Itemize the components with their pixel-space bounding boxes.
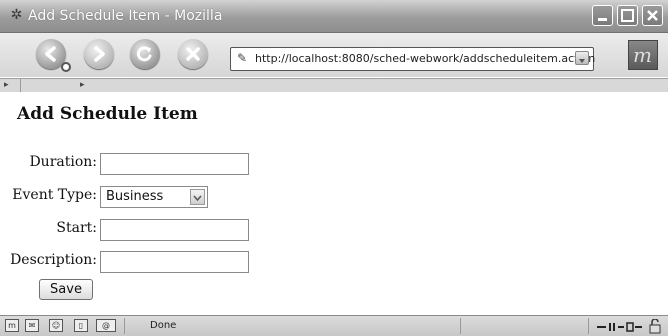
- toolbar-collapse-strip: ▸ ▸: [0, 78, 668, 93]
- start-label: Start:: [56, 220, 97, 236]
- strip-separator: [20, 79, 21, 92]
- maximize-button[interactable]: [617, 5, 638, 26]
- start-field[interactable]: [100, 219, 249, 241]
- select-dropdown-button[interactable]: [190, 189, 205, 205]
- event-type-select[interactable]: Business: [100, 186, 208, 208]
- navigator-icon[interactable]: m: [5, 319, 19, 332]
- url-text[interactable]: http://localhost:8080/sched-webwork/adds…: [255, 52, 595, 65]
- duration-field[interactable]: [100, 153, 249, 175]
- throbber-logo: m: [633, 43, 652, 67]
- status-separator: [460, 318, 461, 334]
- close-button[interactable]: [642, 5, 663, 26]
- description-label: Description:: [10, 252, 97, 268]
- browser-window: ✲ Add Schedule Item - Mozilla m ✎ http:/…: [0, 0, 668, 336]
- save-button[interactable]: Save: [39, 279, 93, 300]
- status-bar: m ✉ ☺ ▯ @ Done: [0, 315, 668, 336]
- page-icon: ✎: [237, 51, 248, 65]
- url-history-dropdown[interactable]: [575, 51, 589, 65]
- back-history-dropdown[interactable]: [61, 62, 71, 72]
- security-lock-icon[interactable]: [648, 319, 664, 334]
- status-text: Done: [150, 320, 177, 331]
- forward-button[interactable]: [84, 39, 114, 69]
- minimize-button[interactable]: [592, 5, 613, 26]
- status-separator: [124, 318, 125, 334]
- event-type-selected-value: Business: [106, 189, 164, 204]
- chat-icon[interactable]: ☺: [49, 319, 63, 332]
- composer-icon[interactable]: ▯: [74, 319, 88, 332]
- stop-button[interactable]: [178, 39, 208, 69]
- collapse-arrow-icon[interactable]: ▸: [80, 80, 85, 91]
- forward-arrow-icon: [94, 46, 105, 62]
- description-field[interactable]: [100, 251, 249, 273]
- mozilla-app-icon: ✲: [10, 7, 23, 23]
- title-bar: ✲ Add Schedule Item - Mozilla: [0, 0, 668, 33]
- page-title: Add Schedule Item: [17, 104, 198, 124]
- page-content: Add Schedule Item Duration: Event Type: …: [0, 92, 668, 314]
- url-bar[interactable]: ✎ http://localhost:8080/sched-webwork/ad…: [230, 47, 595, 71]
- status-separator: [588, 318, 589, 334]
- mozilla-throbber[interactable]: m: [628, 40, 658, 70]
- mail-icon[interactable]: ✉: [25, 319, 39, 332]
- reload-button[interactable]: [130, 39, 160, 69]
- chevron-down-icon: [579, 59, 585, 63]
- online-connection-icon[interactable]: [596, 320, 644, 333]
- event-type-label: Event Type:: [12, 187, 97, 203]
- address-book-icon[interactable]: @: [96, 319, 116, 332]
- chevron-down-icon: [193, 195, 202, 202]
- reload-icon: [136, 46, 152, 62]
- collapse-arrow-icon[interactable]: ▸: [4, 80, 9, 91]
- window-title: Add Schedule Item - Mozilla: [28, 8, 223, 24]
- duration-label: Duration:: [29, 154, 97, 170]
- stop-icon: [186, 47, 200, 61]
